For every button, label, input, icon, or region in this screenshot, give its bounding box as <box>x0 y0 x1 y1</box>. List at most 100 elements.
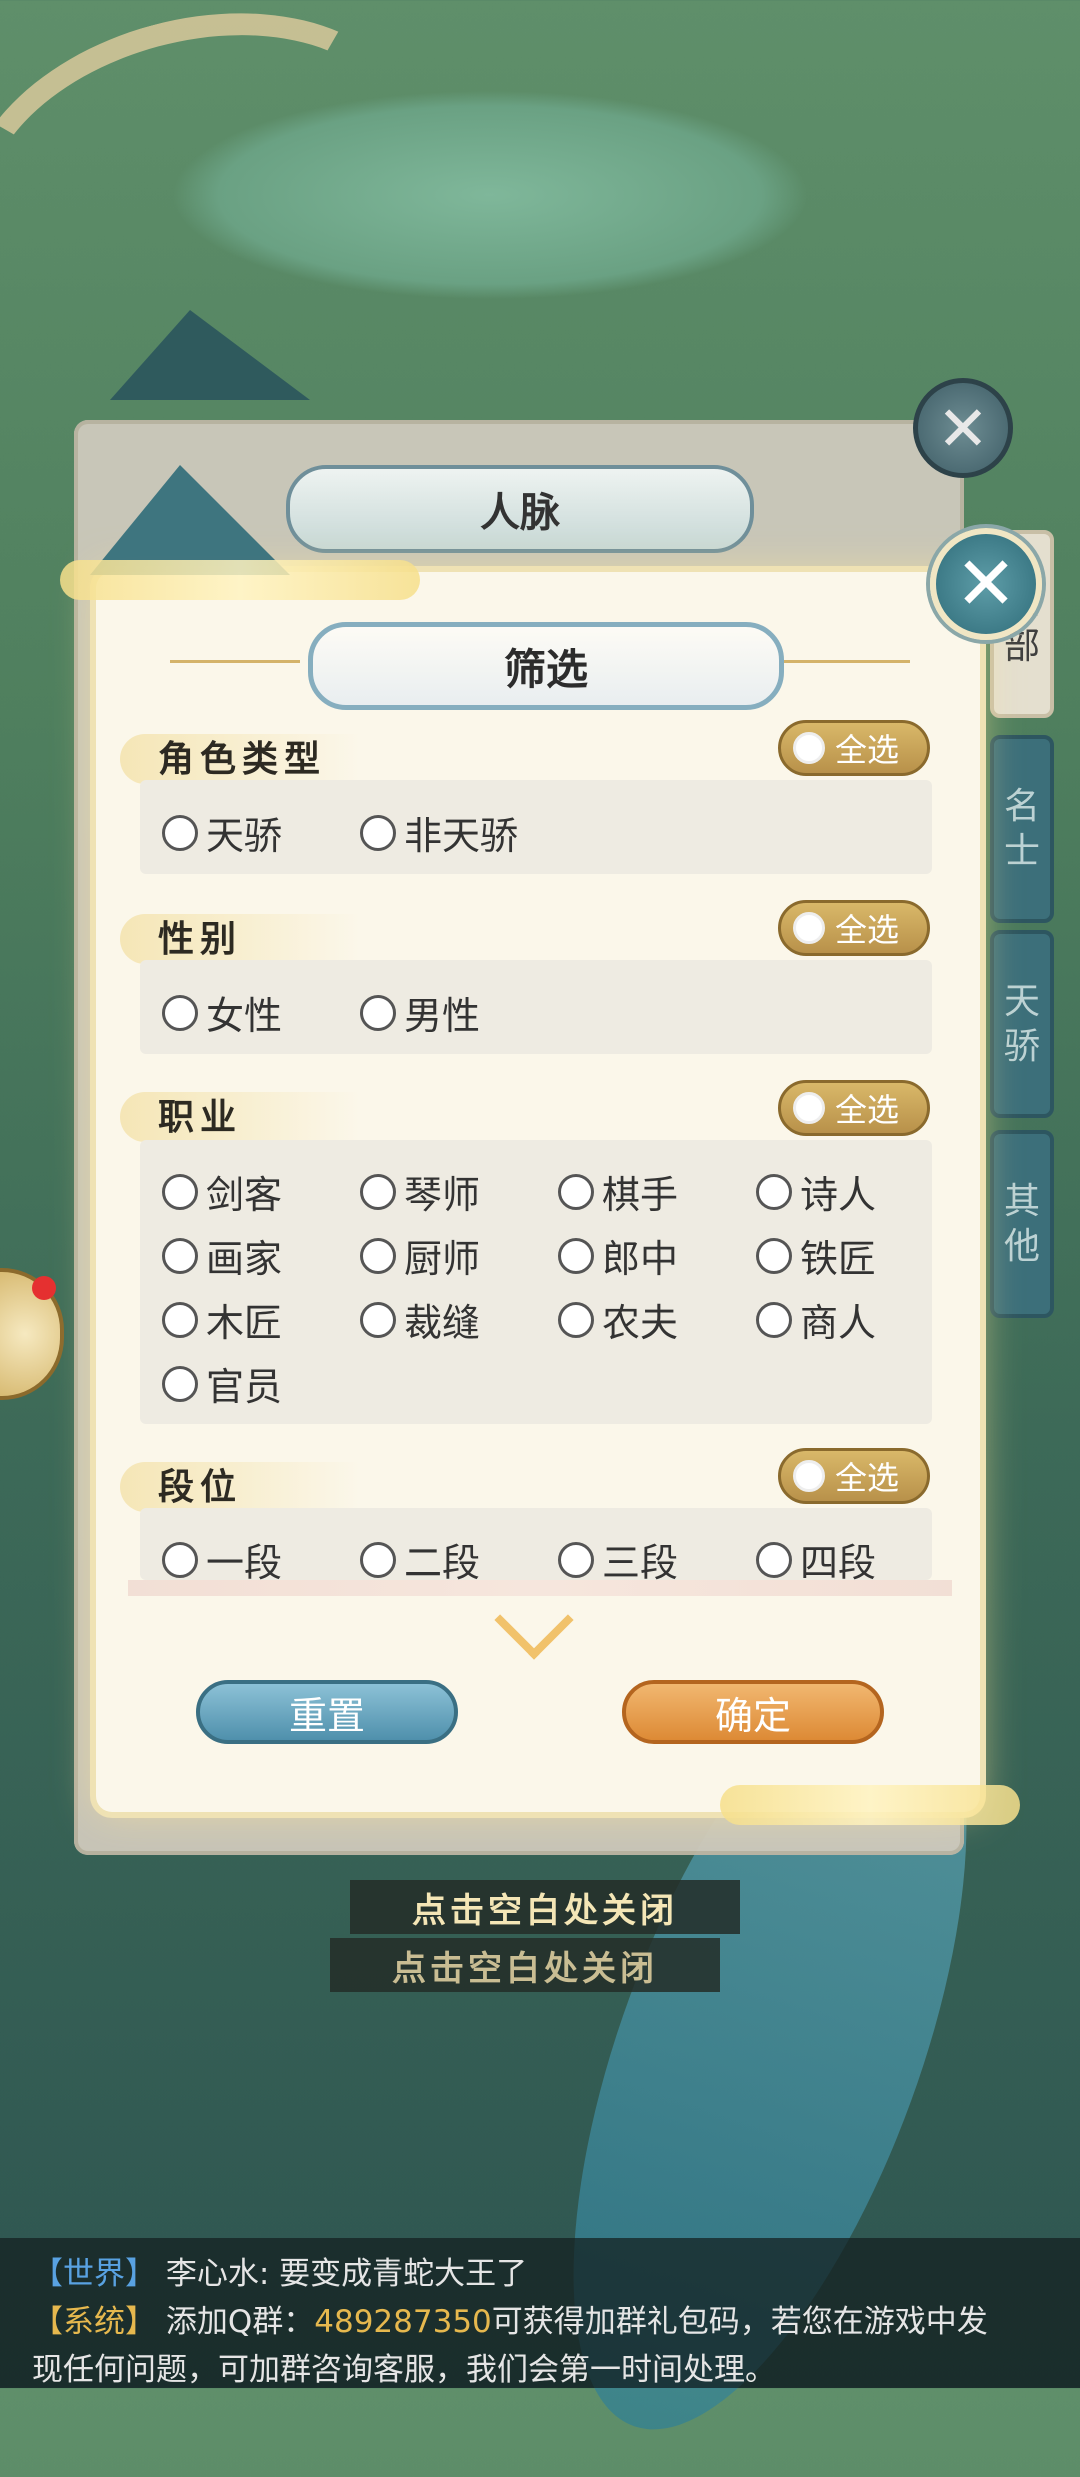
section-label-role-type: 角色类型 <box>120 734 360 784</box>
radio-icon <box>756 1301 792 1338</box>
tab-famous-label: 名士 <box>1003 786 1040 872</box>
confirm-button[interactable]: 确定 <box>622 1680 884 1744</box>
option-label: 琴师 <box>404 1173 481 1217</box>
close-icon[interactable]: ✕ <box>930 528 1042 640</box>
chat-tag-system: 【系统】 <box>32 2304 156 2340</box>
radio-icon <box>558 1301 594 1338</box>
chat-text: 添加Q群： <box>165 2304 315 2340</box>
select-all-label: 全选 <box>835 731 900 769</box>
option-label: 官员 <box>206 1365 283 1409</box>
option-label: 画家 <box>206 1237 283 1281</box>
radio-icon <box>558 1173 594 1210</box>
select-all-radio-icon <box>793 1460 825 1492</box>
option-label: 三段 <box>602 1541 679 1585</box>
option-painter[interactable]: 画家 <box>162 1228 282 1283</box>
option-farmer[interactable]: 农夫 <box>558 1292 678 1347</box>
tab-other-label: 其他 <box>1003 1181 1040 1267</box>
radio-icon <box>360 1173 396 1210</box>
chat-line-system: 【系统】 添加Q群：489287350可获得加群礼包码，若您在游戏中发 <box>32 2296 988 2341</box>
select-all-rank-button[interactable]: 全选 <box>778 1448 930 1504</box>
option-rank-3[interactable]: 三段 <box>558 1532 678 1587</box>
chat-text: 现任何问题，可加群咨询客服，我们会第一时间处理。 <box>32 2352 776 2388</box>
section-label-gender: 性别 <box>120 914 360 964</box>
chat-text: 李心水: 要变成青蛇大王了 <box>165 2256 528 2292</box>
select-all-gender-button[interactable]: 全选 <box>778 900 930 956</box>
option-rank-1[interactable]: 一段 <box>162 1532 282 1587</box>
option-blacksmith[interactable]: 铁匠 <box>756 1228 876 1283</box>
option-label: 非天骄 <box>404 814 519 858</box>
radio-icon <box>162 1237 198 1274</box>
radio-icon <box>162 1173 198 1210</box>
option-label: 郎中 <box>602 1237 679 1281</box>
option-chess-player[interactable]: 棋手 <box>558 1164 678 1219</box>
title-divider <box>170 660 300 663</box>
gold-cloud-decoration <box>60 560 420 600</box>
option-label: 二段 <box>404 1541 481 1585</box>
option-label: 农夫 <box>602 1301 679 1345</box>
radio-icon <box>162 994 198 1031</box>
option-label: 厨师 <box>404 1237 481 1281</box>
select-all-label: 全选 <box>835 1091 900 1129</box>
option-rank-2[interactable]: 二段 <box>360 1532 480 1587</box>
select-all-radio-icon <box>793 732 825 764</box>
option-label: 商人 <box>800 1301 877 1345</box>
option-male[interactable]: 男性 <box>360 985 480 1040</box>
option-carpenter[interactable]: 木匠 <box>162 1292 282 1347</box>
radio-icon <box>756 1541 792 1578</box>
chat-bar[interactable]: 【世界】 李心水: 要变成青蛇大王了 【系统】 添加Q群：489287350可获… <box>0 2238 1080 2388</box>
radio-icon <box>558 1237 594 1274</box>
chat-text: 可获得加群礼包码，若您在游戏中发 <box>491 2304 988 2340</box>
option-chef[interactable]: 厨师 <box>360 1228 480 1283</box>
option-label: 男性 <box>404 994 481 1038</box>
radio-icon <box>360 1237 396 1274</box>
tab-prodigy-label: 天骄 <box>1003 981 1040 1067</box>
option-official[interactable]: 官员 <box>162 1356 282 1411</box>
option-label: 剑客 <box>206 1173 283 1217</box>
tab-famous[interactable]: 名士 <box>990 735 1054 923</box>
filter-title: 筛选 <box>308 622 784 710</box>
radio-icon <box>360 1541 396 1578</box>
select-all-radio-icon <box>793 912 825 944</box>
radio-icon <box>162 814 198 851</box>
radio-icon <box>360 994 396 1031</box>
option-swordsman[interactable]: 剑客 <box>162 1164 282 1219</box>
option-musician[interactable]: 琴师 <box>360 1164 480 1219</box>
qq-group-number: 489287350 <box>314 2304 492 2340</box>
select-all-label: 全选 <box>835 911 900 949</box>
close-hint: 点击空白处关闭 <box>330 1938 720 1992</box>
option-label: 铁匠 <box>800 1237 877 1281</box>
chat-line-system-cont: 现任何问题，可加群咨询客服，我们会第一时间处理。 <box>32 2344 776 2389</box>
select-all-role-type-button[interactable]: 全选 <box>778 720 930 776</box>
option-rank-4[interactable]: 四段 <box>756 1532 876 1587</box>
radio-icon <box>756 1173 792 1210</box>
radio-icon <box>756 1237 792 1274</box>
option-tailor[interactable]: 裁缝 <box>360 1292 480 1347</box>
radio-icon <box>558 1541 594 1578</box>
map-mountain <box>110 310 310 400</box>
option-label: 一段 <box>206 1541 283 1585</box>
tab-prodigy[interactable]: 天骄 <box>990 930 1054 1118</box>
section-label-profession: 职业 <box>120 1092 360 1142</box>
gold-cloud-decoration <box>720 1785 1020 1825</box>
option-label: 木匠 <box>206 1301 283 1345</box>
option-label: 诗人 <box>800 1173 877 1217</box>
notification-dot <box>32 1276 56 1300</box>
contacts-panel-title: 人脉 <box>286 465 754 553</box>
option-female[interactable]: 女性 <box>162 985 282 1040</box>
option-prodigy[interactable]: 天骄 <box>162 805 282 860</box>
option-label: 天骄 <box>206 814 283 858</box>
close-hint: 点击空白处关闭 <box>350 1880 740 1934</box>
option-non-prodigy[interactable]: 非天骄 <box>360 805 518 860</box>
option-label: 棋手 <box>602 1173 679 1217</box>
option-poet[interactable]: 诗人 <box>756 1164 876 1219</box>
select-all-profession-button[interactable]: 全选 <box>778 1080 930 1136</box>
select-all-radio-icon <box>793 1092 825 1124</box>
chat-line-world: 【世界】 李心水: 要变成青蛇大王了 <box>32 2248 527 2293</box>
reset-button[interactable]: 重置 <box>196 1680 458 1744</box>
option-doctor[interactable]: 郎中 <box>558 1228 678 1283</box>
mountain-decoration <box>90 465 290 575</box>
option-label: 女性 <box>206 994 283 1038</box>
contacts-close-icon[interactable]: ✕ <box>913 378 1013 478</box>
tab-other[interactable]: 其他 <box>990 1130 1054 1318</box>
option-merchant[interactable]: 商人 <box>756 1292 876 1347</box>
